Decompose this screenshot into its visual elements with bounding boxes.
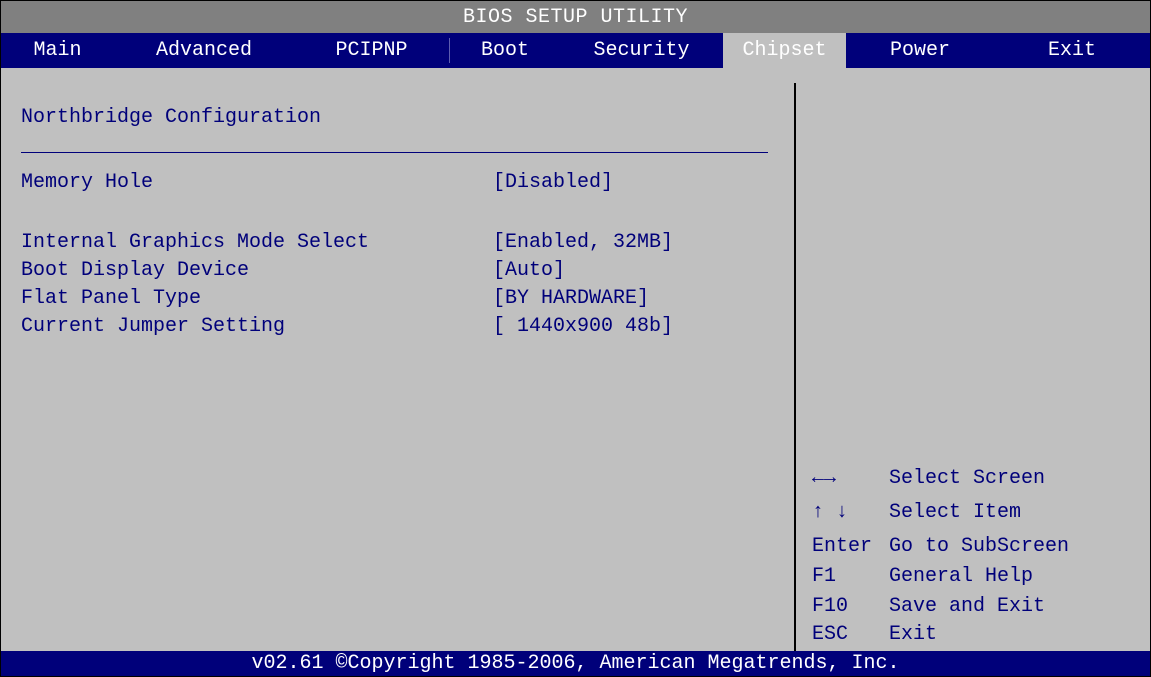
tab-label: Exit bbox=[1047, 39, 1096, 62]
tab-boot[interactable]: Boot bbox=[450, 33, 560, 68]
help-key: Enter bbox=[812, 535, 873, 558]
bios-window: BIOS SETUP UTILITY Main Advanced PCIPNP … bbox=[0, 0, 1151, 677]
help-key: ESC bbox=[812, 623, 849, 646]
pane-divider bbox=[794, 83, 796, 651]
tab-exit[interactable]: Exit bbox=[994, 33, 1150, 68]
help-desc: Save and Exit bbox=[889, 595, 1046, 618]
setting-label: Current Jumper Setting bbox=[21, 315, 286, 338]
tab-label: Power bbox=[889, 39, 950, 62]
help-key: F1 bbox=[812, 565, 837, 588]
setting-value[interactable]: [Auto] bbox=[493, 259, 565, 282]
setting-value[interactable]: [Enabled, 32MB] bbox=[493, 231, 673, 254]
tab-power[interactable]: Power bbox=[846, 33, 994, 68]
tab-label: Chipset bbox=[742, 39, 827, 62]
help-desc: Select Screen bbox=[889, 467, 1046, 490]
setting-value[interactable]: [Disabled] bbox=[493, 171, 613, 194]
tab-label: Boot bbox=[480, 39, 529, 62]
section-divider bbox=[21, 152, 768, 153]
tab-label: PCIPNP bbox=[335, 39, 408, 62]
help-desc: General Help bbox=[889, 565, 1034, 588]
tab-label: Advanced bbox=[155, 39, 252, 62]
tab-security[interactable]: Security bbox=[560, 33, 723, 68]
tab-label: Main bbox=[33, 39, 82, 62]
setting-label: Memory Hole bbox=[21, 171, 154, 194]
title-bar: BIOS SETUP UTILITY bbox=[1, 1, 1150, 33]
setting-label: Internal Graphics Mode Select bbox=[21, 231, 370, 254]
tab-chipset[interactable]: Chipset bbox=[723, 33, 846, 68]
tab-main[interactable]: Main bbox=[1, 33, 114, 68]
copyright-text: v02.61 ©Copyright 1985-2006, American Me… bbox=[251, 652, 900, 675]
help-desc: Select Item bbox=[889, 501, 1022, 524]
tab-label: Security bbox=[593, 39, 690, 62]
footer-bar: v02.61 ©Copyright 1985-2006, American Me… bbox=[1, 651, 1150, 676]
tab-pcipnp[interactable]: PCIPNP bbox=[294, 33, 449, 68]
setting-value: [ 1440x900 48b] bbox=[493, 315, 674, 338]
help-desc: Go to SubScreen bbox=[889, 535, 1070, 558]
arrow-up-down-icon: ↑ ↓ bbox=[812, 501, 849, 524]
tab-advanced[interactable]: Advanced bbox=[114, 33, 294, 68]
section-title: Northbridge Configuration bbox=[21, 106, 322, 129]
setting-value[interactable]: [BY HARDWARE] bbox=[493, 287, 649, 310]
arrow-left-right-icon: ←→ bbox=[812, 467, 837, 490]
app-title: BIOS SETUP UTILITY bbox=[462, 6, 689, 29]
help-desc: Exit bbox=[889, 623, 938, 646]
setting-label: Boot Display Device bbox=[21, 259, 250, 282]
menu-bar: Main Advanced PCIPNP Boot Security Chips… bbox=[1, 33, 1150, 68]
help-key: F10 bbox=[812, 595, 849, 618]
setting-label: Flat Panel Type bbox=[21, 287, 202, 310]
